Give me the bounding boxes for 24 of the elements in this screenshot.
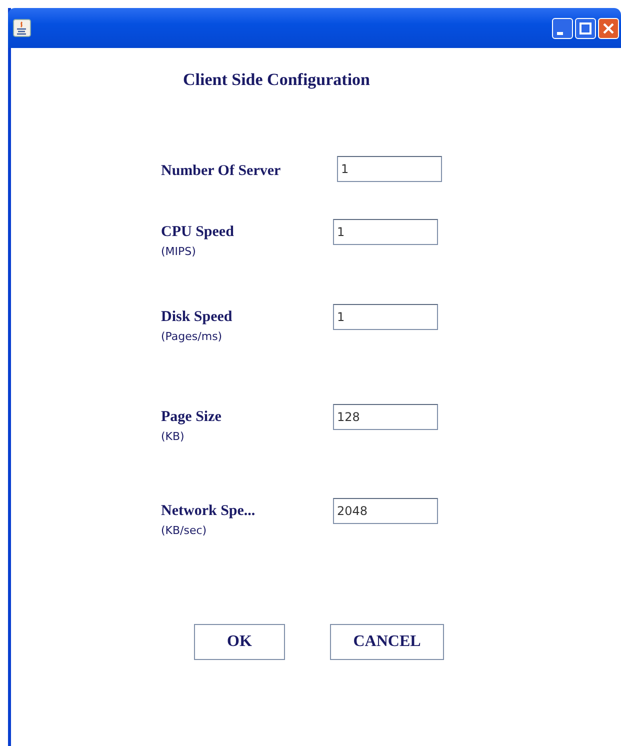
minimize-button[interactable] (552, 18, 573, 38)
unit-label: (MIPS) (161, 245, 196, 258)
field-label: Disk Speed (161, 309, 232, 326)
cancel-button[interactable]: CANCEL (330, 624, 444, 660)
maximize-button[interactable] (575, 18, 596, 38)
field-label: Page Size (161, 409, 222, 426)
dialog-heading: Client Side Configuration (183, 70, 370, 90)
field-label: CPU Speed (161, 224, 234, 241)
field-label: Number Of Server (161, 163, 281, 180)
close-button[interactable] (598, 18, 619, 38)
unit-label: (KB) (161, 430, 184, 443)
unit-label: (KB/sec) (161, 524, 207, 537)
input-field[interactable]: 1 (333, 304, 438, 330)
close-icon (602, 22, 615, 34)
unit-label: (Pages/ms) (161, 330, 222, 343)
input-field[interactable]: 1 (337, 156, 442, 182)
maximize-icon (579, 22, 592, 34)
input-field[interactable]: 128 (333, 404, 438, 430)
input-field[interactable]: 2048 (333, 498, 438, 524)
cup-icon[interactable] (13, 19, 31, 37)
input-field[interactable]: 1 (333, 219, 438, 245)
field-label: Network Spe... (161, 503, 256, 520)
minimize-icon (557, 32, 563, 34)
ok-button[interactable]: OK (194, 624, 285, 660)
